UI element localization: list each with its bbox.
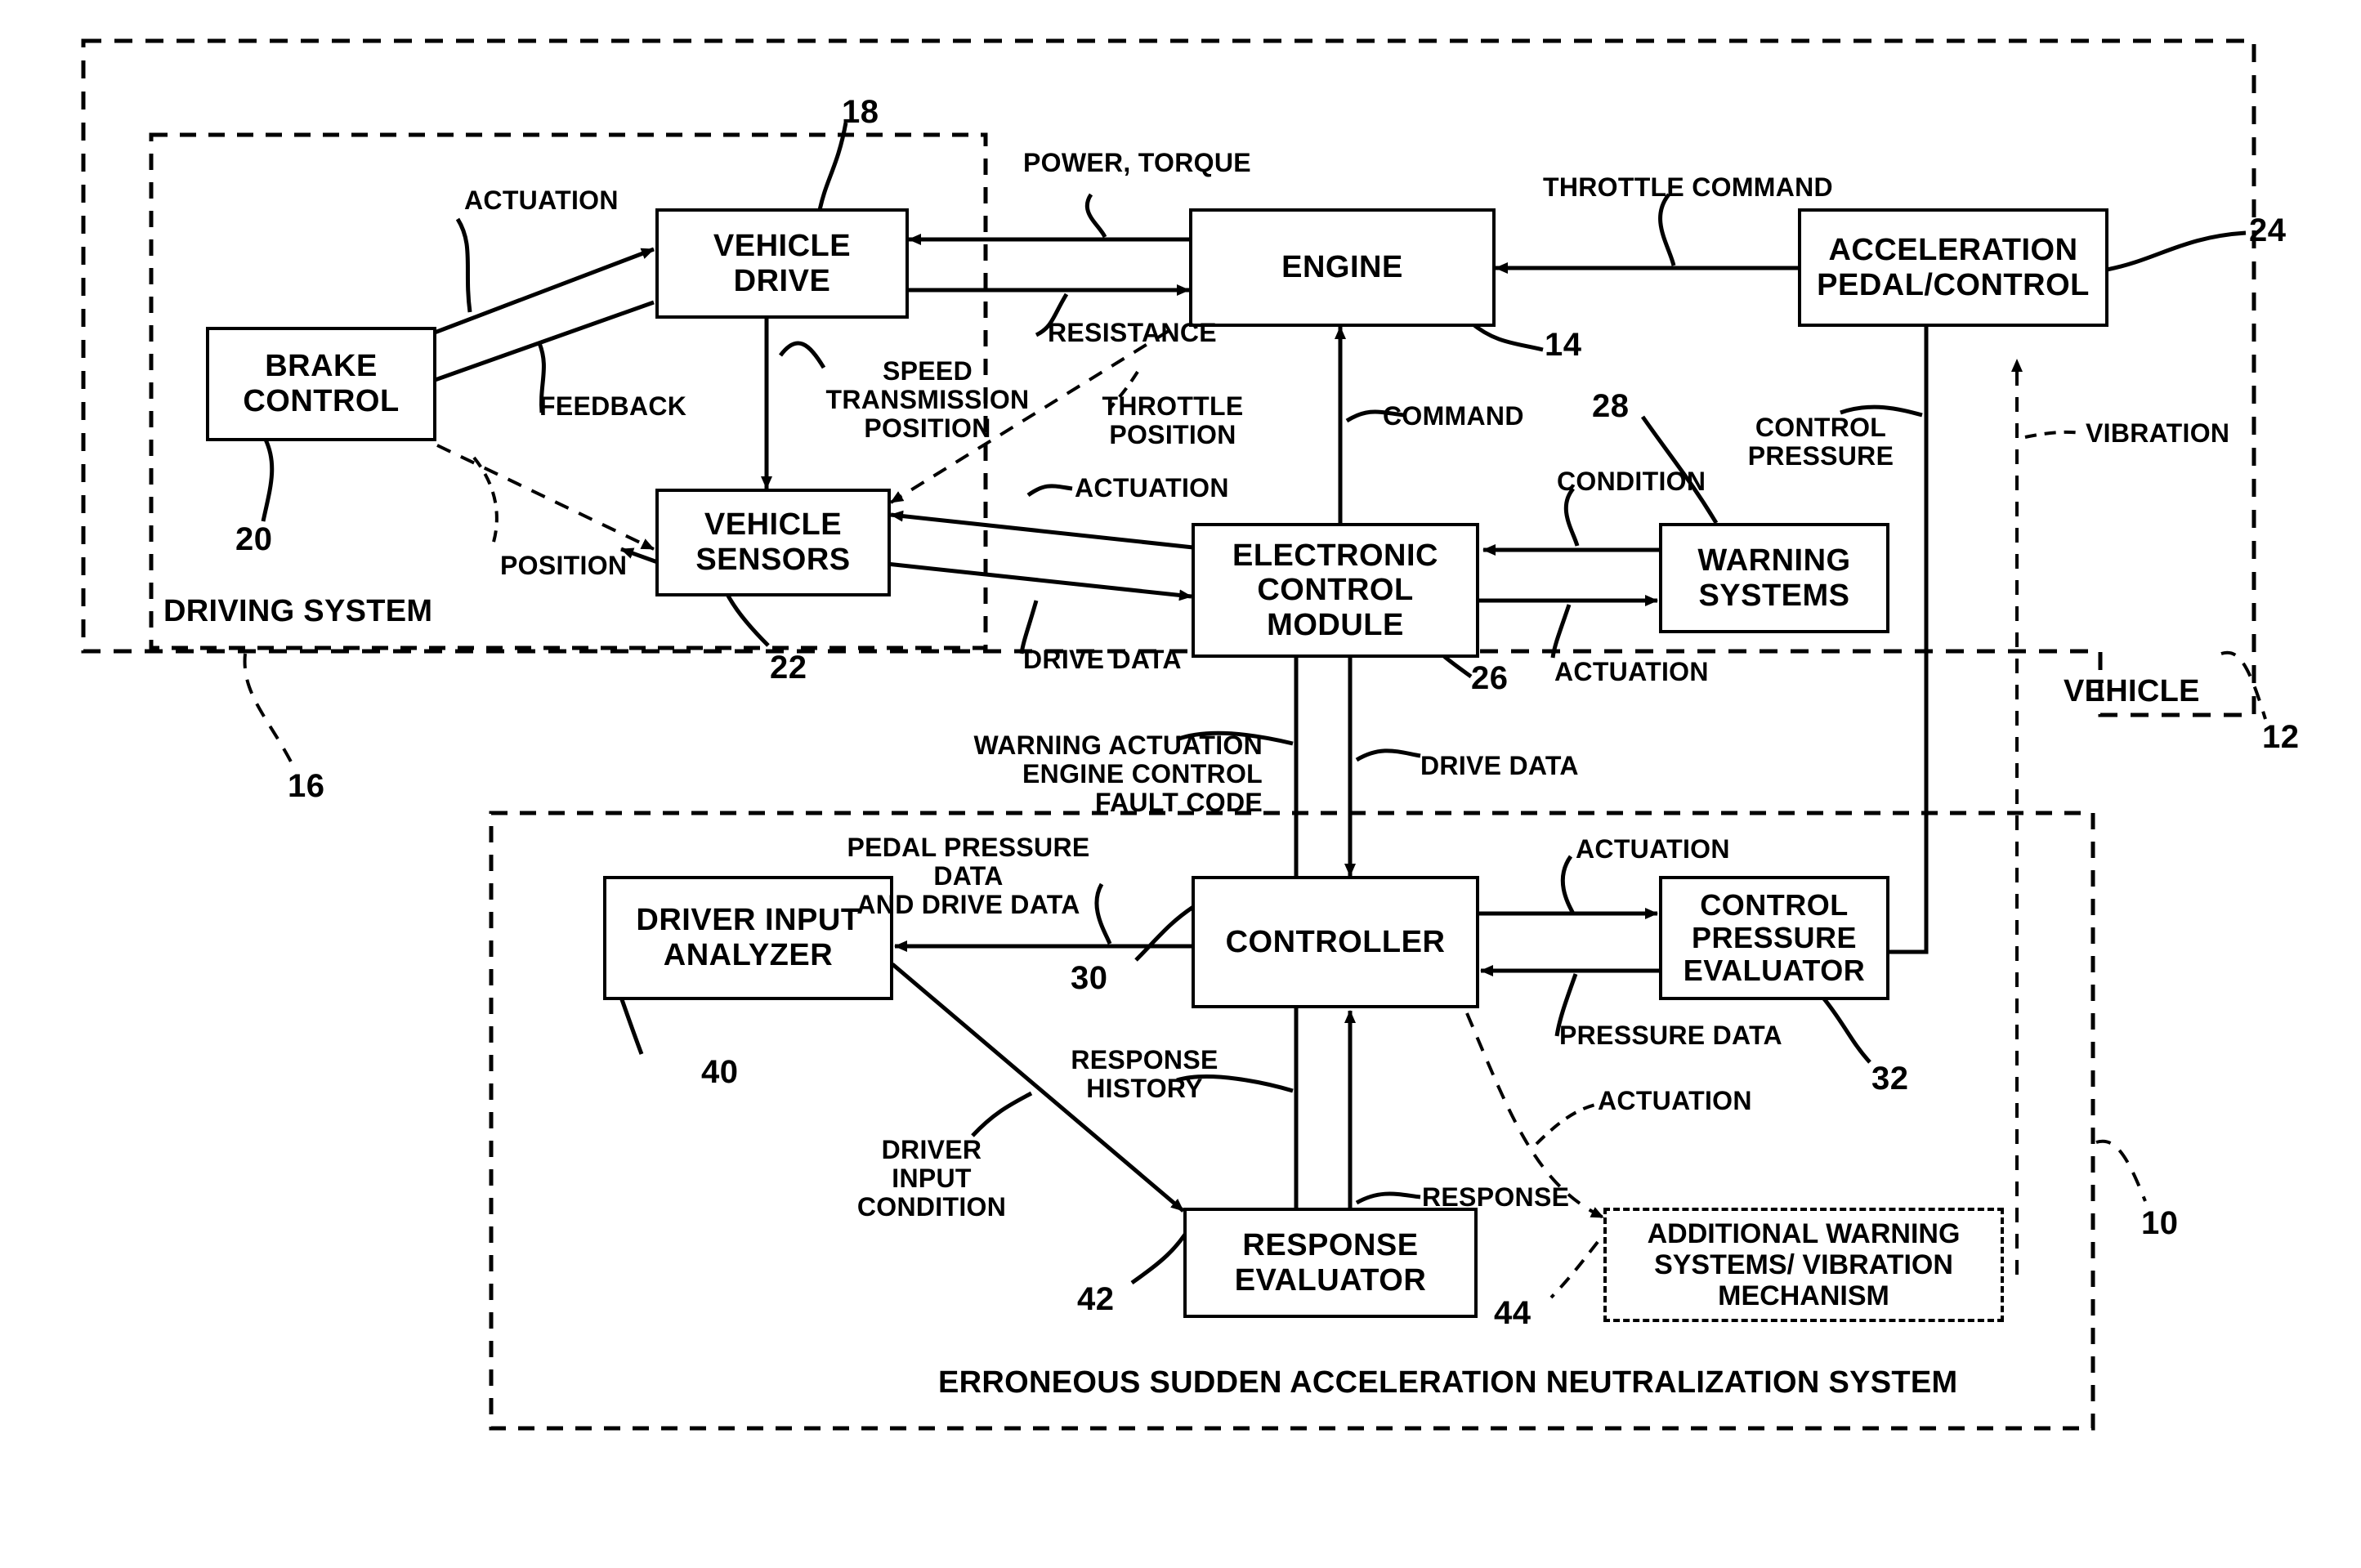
edge-label-warning-actuation-engine-control-fault-code: WARNING ACTUATION ENGINE CONTROL FAULT C… bbox=[973, 730, 1263, 818]
edge-label-speed-transmission-position: SPEED TRANSMISSION POSITION bbox=[825, 356, 1030, 444]
condition-leader bbox=[1563, 487, 1580, 547]
driver-input-condition-leader bbox=[971, 1091, 1033, 1137]
edge-label-condition: CONDITION bbox=[1557, 467, 1706, 496]
block-vehicle-drive[interactable]: VEHICLE DRIVE bbox=[655, 208, 909, 319]
ref-numeral-40: 40 bbox=[701, 1054, 739, 1090]
edge-drive-to-brake bbox=[400, 300, 655, 395]
block-vehicle-drive-label: VEHICLE DRIVE bbox=[713, 228, 852, 298]
label-driving-system: DRIVING SYSTEM bbox=[163, 594, 433, 628]
edge-label-position: POSITION bbox=[500, 551, 628, 580]
block-brake-control[interactable]: BRAKE CONTROL bbox=[206, 327, 436, 441]
driving-system-ref-leader bbox=[243, 653, 296, 769]
esans-ref-leader bbox=[2095, 1139, 2147, 1202]
ref-numeral-10: 10 bbox=[2141, 1205, 2179, 1241]
edge-label-pressure-data: PRESSURE DATA bbox=[1559, 1021, 1782, 1050]
edge-label-actuation-brake-drive: ACTUATION bbox=[464, 185, 619, 215]
edge-label-throttle-position: THROTTLE POSITION bbox=[1102, 391, 1244, 450]
ref-24-leader bbox=[2106, 230, 2247, 272]
ref-32-leader bbox=[1821, 995, 1871, 1064]
vibration-leader bbox=[2024, 430, 2083, 439]
actuation-cpe-leader bbox=[1560, 855, 1576, 915]
block-warning-systems[interactable]: WARNING SYSTEMS bbox=[1659, 523, 1889, 633]
edge-label-actuation-controller-aws: ACTUATION bbox=[1598, 1086, 1752, 1115]
edge-label-actuation-ecm-sensors: ACTUATION bbox=[1075, 473, 1229, 503]
block-warning-systems-label: WARNING SYSTEMS bbox=[1697, 543, 1851, 613]
edge-label-drive-data-ecm-controller: DRIVE DATA bbox=[1420, 751, 1579, 780]
edge-label-actuation-controller-cpe: ACTUATION bbox=[1576, 834, 1730, 864]
edge-label-control-pressure: CONTROL PRESSURE bbox=[1747, 413, 1894, 471]
edge-label-actuation-ecm-warning: ACTUATION bbox=[1554, 657, 1709, 686]
edge-label-throttle-command: THROTTLE COMMAND bbox=[1543, 172, 1833, 202]
throttle-command-leader bbox=[1658, 193, 1676, 266]
block-electronic-control-module-label: ELECTRONIC CONTROL MODULE bbox=[1232, 538, 1438, 642]
ref-20-leader bbox=[261, 438, 275, 522]
patent-figure: VEHICLE DRIVE BRAKE CONTROL VEHICLE SENS… bbox=[0, 0, 2361, 1568]
power-torque-leader bbox=[1084, 193, 1107, 239]
block-response-evaluator-label: RESPONSE EVALUATOR bbox=[1234, 1227, 1427, 1298]
actuation-aws-leader bbox=[1535, 1103, 1596, 1146]
vehicle-ref-leader bbox=[2220, 650, 2267, 720]
edge-sensors-to-ecm bbox=[886, 561, 1192, 601]
edge-label-response: RESPONSE bbox=[1422, 1182, 1570, 1212]
block-electronic-control-module[interactable]: ELECTRONIC CONTROL MODULE bbox=[1192, 523, 1479, 658]
ref-numeral-26: 26 bbox=[1471, 660, 1509, 696]
edge-label-command: COMMAND bbox=[1383, 401, 1524, 431]
edge-label-driver-input-condition: DRIVER INPUT CONDITION bbox=[856, 1135, 1007, 1222]
label-esans: ERRONEOUS SUDDEN ACCELERATION NEUTRALIZA… bbox=[938, 1365, 1958, 1400]
block-acceleration-pedal-control-label: ACCELERATION PEDAL/CONTROL bbox=[1817, 232, 2090, 302]
ref-numeral-24: 24 bbox=[2249, 212, 2287, 248]
block-acceleration-pedal-control[interactable]: ACCELERATION PEDAL/CONTROL bbox=[1798, 208, 2108, 327]
ref-30-leader bbox=[1134, 905, 1195, 962]
block-controller[interactable]: CONTROLLER bbox=[1192, 876, 1479, 1008]
block-additional-warning-systems[interactable]: ADDITIONAL WARNING SYSTEMS/ VIBRATION ME… bbox=[1603, 1208, 2004, 1322]
ref-numeral-28: 28 bbox=[1592, 388, 1630, 424]
ref-numeral-12: 12 bbox=[2262, 719, 2300, 755]
response-leader bbox=[1355, 1191, 1421, 1205]
ref-numeral-32: 32 bbox=[1871, 1061, 1909, 1097]
block-controller-label: CONTROLLER bbox=[1225, 924, 1446, 959]
ref-numeral-30: 30 bbox=[1071, 960, 1108, 996]
edge-brake-to-sensors-position bbox=[436, 444, 655, 551]
edge-label-response-history: RESPONSE HISTORY bbox=[1071, 1045, 1219, 1104]
block-brake-control-label: BRAKE CONTROL bbox=[243, 349, 400, 418]
actuation-ecm-warning-leader bbox=[1550, 604, 1572, 659]
edge-label-resistance: RESISTANCE bbox=[1048, 318, 1217, 347]
ref-numeral-22: 22 bbox=[770, 650, 807, 686]
block-vehicle-sensors-label: VEHICLE SENSORS bbox=[695, 507, 851, 577]
block-engine-label: ENGINE bbox=[1281, 250, 1403, 285]
ref-numeral-16: 16 bbox=[288, 768, 325, 804]
ref-numeral-42: 42 bbox=[1077, 1281, 1115, 1317]
ref-numeral-44: 44 bbox=[1494, 1295, 1532, 1331]
drive-data-2-leader bbox=[1355, 748, 1421, 762]
edge-label-pedal-pressure-and-drive-data: PEDAL PRESSURE DATA AND DRIVE DATA bbox=[847, 833, 1090, 920]
label-vehicle: VEHICLE bbox=[2064, 674, 2200, 708]
block-vehicle-sensors[interactable]: VEHICLE SENSORS bbox=[655, 489, 891, 596]
block-control-pressure-evaluator[interactable]: CONTROL PRESSURE EVALUATOR bbox=[1659, 876, 1889, 1000]
block-engine[interactable]: ENGINE bbox=[1189, 208, 1496, 327]
block-control-pressure-evaluator-label: CONTROL PRESSURE EVALUATOR bbox=[1683, 887, 1866, 988]
ref-numeral-14: 14 bbox=[1545, 327, 1582, 363]
block-additional-warning-systems-label: ADDITIONAL WARNING SYSTEMS/ VIBRATION ME… bbox=[1647, 1217, 1961, 1312]
block-response-evaluator[interactable]: RESPONSE EVALUATOR bbox=[1183, 1208, 1478, 1318]
actuation-1-leader bbox=[455, 217, 472, 313]
ref-44-leader bbox=[1549, 1240, 1599, 1299]
edge-label-drive-data-sensors-ecm: DRIVE DATA bbox=[1023, 645, 1182, 674]
edge-label-vibration: VIBRATION bbox=[2086, 418, 2230, 448]
edge-ecm-to-sensors bbox=[890, 510, 1194, 550]
edge-label-power-torque: POWER, TORQUE bbox=[1023, 148, 1251, 177]
edge-label-feedback: FEEDBACK bbox=[539, 391, 687, 421]
actuation-ecm-sensors-leader bbox=[1026, 484, 1073, 498]
ref-numeral-18: 18 bbox=[842, 94, 879, 130]
ref-numeral-20: 20 bbox=[235, 521, 273, 557]
